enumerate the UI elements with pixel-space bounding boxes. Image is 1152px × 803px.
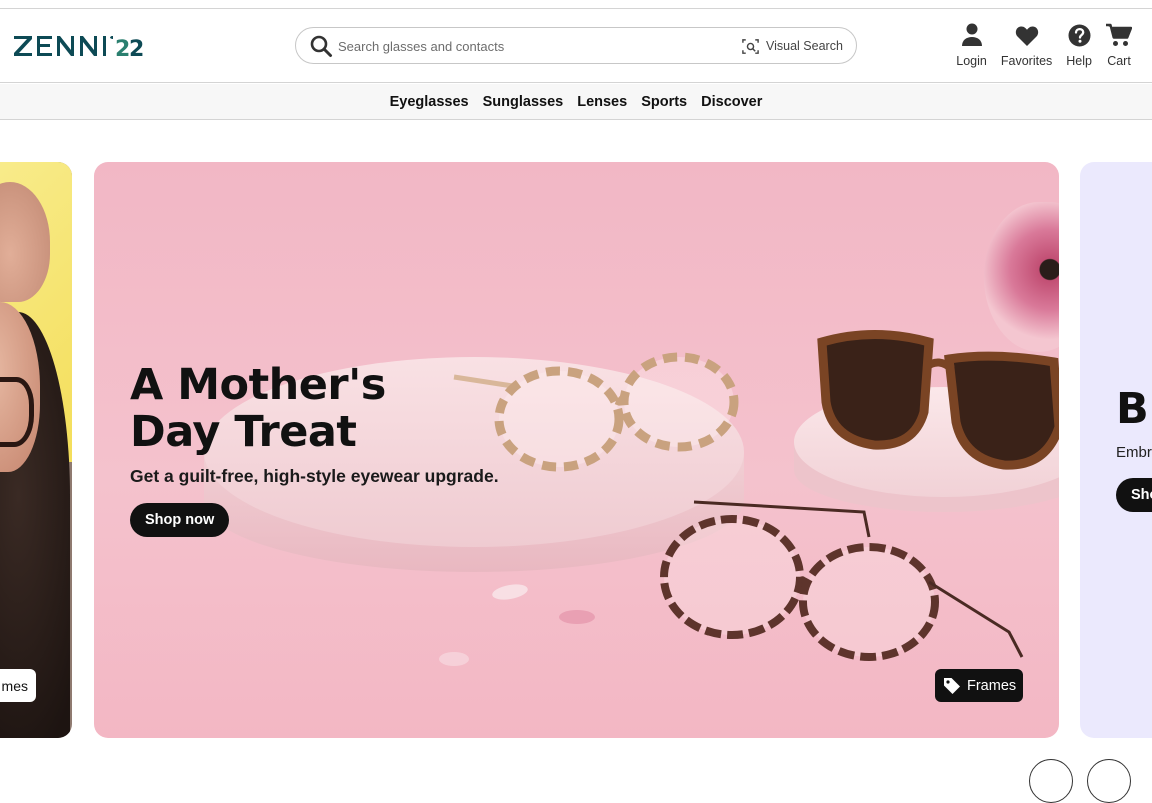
petal-image	[559, 610, 595, 624]
next-slide-cta[interactable]: Sho	[1116, 478, 1152, 512]
nav-sunglasses[interactable]: Sunglasses	[483, 94, 564, 110]
next-slide-title: Bl	[1116, 384, 1152, 434]
sunglasses-image	[817, 330, 1059, 470]
search-box[interactable]: Visual Search	[295, 27, 857, 64]
prev-slide-glasses	[0, 377, 34, 447]
svg-text:2: 2	[129, 37, 144, 59]
nav-sports[interactable]: Sports	[641, 94, 687, 110]
next-slide[interactable]: Bl Embr Sho	[1080, 162, 1152, 738]
hero-carousel: mes A Mother's Day Treat Get a guilt-fre…	[0, 162, 1152, 738]
visual-search-button[interactable]: Visual Search	[741, 35, 843, 57]
prev-slide-tag-label: mes	[1, 677, 28, 694]
zenni-logo-icon: 2 2	[14, 36, 144, 59]
favorites-button[interactable]: Favorites	[1001, 21, 1052, 68]
carousel-next-button[interactable]	[1087, 759, 1131, 803]
search-input[interactable]	[338, 35, 718, 57]
pink-tortoise-glasses-image	[660, 500, 1024, 661]
question-circle-icon	[1068, 24, 1091, 47]
nav-discover[interactable]: Discover	[701, 94, 762, 110]
help-label: Help	[1066, 54, 1092, 68]
hero-copy: A Mother's Day Treat Get a guilt-free, h…	[130, 362, 510, 537]
frames-tag[interactable]: Frames	[935, 669, 1023, 702]
hero-title: A Mother's Day Treat	[130, 362, 510, 456]
hero-subtitle: Get a guilt-free, high-style eyewear upg…	[130, 466, 499, 486]
visual-search-label: Visual Search	[766, 39, 843, 53]
petal-image	[439, 652, 469, 666]
next-slide-subtitle: Embr	[1116, 444, 1152, 461]
carousel-arrows	[1029, 759, 1131, 803]
cart-label: Cart	[1107, 54, 1131, 68]
hero-title-line-2: Day Treat	[130, 407, 357, 457]
current-slide[interactable]: A Mother's Day Treat Get a guilt-free, h…	[94, 162, 1059, 738]
cart-button[interactable]: Cart	[1106, 21, 1132, 68]
petal-image	[491, 581, 529, 603]
cart-icon	[1106, 23, 1132, 46]
site-header: 2 2 Visual Search Login	[0, 9, 1152, 83]
search-icon[interactable]	[309, 34, 333, 58]
camera-scan-icon	[742, 38, 759, 54]
top-rule	[0, 0, 1152, 9]
shop-now-button[interactable]: Shop now	[130, 503, 230, 537]
login-label: Login	[956, 54, 987, 68]
frames-tag-label: Frames	[967, 677, 1017, 694]
login-button[interactable]: Login	[956, 21, 987, 68]
person-icon	[961, 23, 982, 46]
nav-eyeglasses[interactable]: Eyeglasses	[390, 94, 469, 110]
prev-slide-frames-tag[interactable]: mes	[0, 669, 36, 702]
previous-slide[interactable]	[0, 162, 72, 738]
zenni-logo[interactable]: 2 2	[14, 33, 156, 59]
help-button[interactable]: Help	[1066, 21, 1092, 68]
utility-nav: Login Favorites Help Cart	[956, 21, 1132, 68]
carousel-prev-button[interactable]	[1029, 759, 1073, 803]
hero-title-line-1: A Mother's	[130, 360, 386, 410]
heart-icon	[1015, 26, 1038, 46]
favorites-label: Favorites	[1000, 54, 1053, 68]
nav-lenses[interactable]: Lenses	[577, 94, 627, 110]
tag-icon	[944, 677, 960, 694]
main-nav: Eyeglasses Sunglasses Lenses Sports Disc…	[0, 84, 1152, 120]
